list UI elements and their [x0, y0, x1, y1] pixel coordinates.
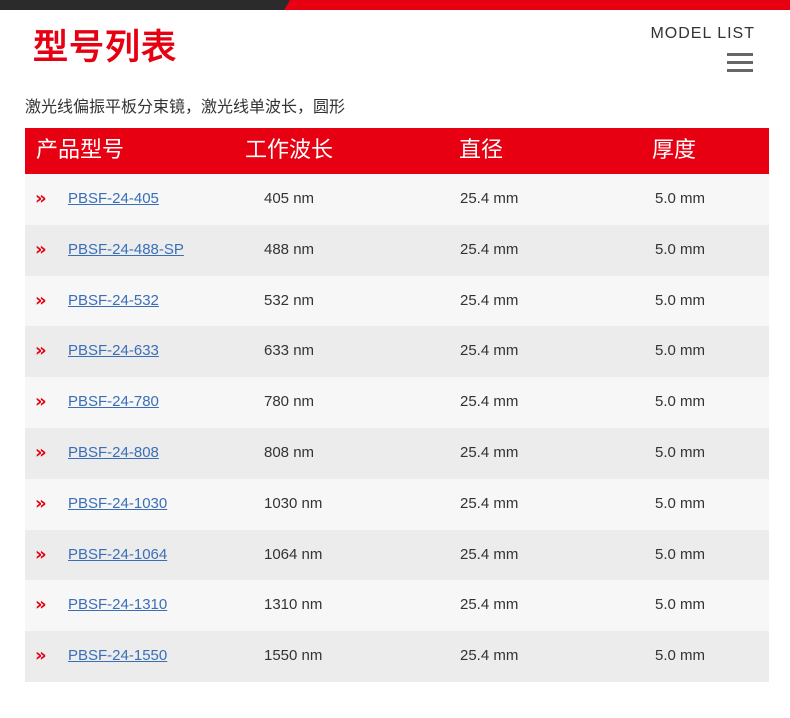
- model-link[interactable]: PBSF-24-488-SP: [68, 225, 184, 275]
- table-row: » PBSF-24-780 780 nm 25.4 mm 5.0 mm: [25, 377, 769, 428]
- column-header-wavelength: 工作波长: [245, 138, 334, 163]
- menu-line: [727, 53, 753, 56]
- column-header-model: 产品型号: [36, 138, 125, 163]
- model-link[interactable]: PBSF-24-1030: [68, 479, 167, 529]
- table-header: 产品型号 工作波长 直径 厚度: [25, 128, 769, 174]
- double-chevron-right-icon: »: [35, 645, 47, 667]
- wavelength-cell: 780 nm: [264, 393, 315, 411]
- wavelength-cell: 532 nm: [264, 291, 315, 309]
- thickness-cell: 5.0 mm: [655, 545, 706, 563]
- double-chevron-right-icon: »: [35, 594, 47, 616]
- top-decor-bar: [0, 0, 790, 10]
- menu-line: [727, 61, 753, 64]
- double-chevron-right-icon: »: [35, 391, 47, 413]
- model-link[interactable]: PBSF-24-633: [68, 326, 159, 376]
- thickness-cell: 5.0 mm: [655, 494, 706, 512]
- column-header-thickness: 厚度: [652, 138, 697, 163]
- double-chevron-right-icon: »: [35, 441, 47, 463]
- model-link[interactable]: PBSF-24-808: [68, 428, 159, 478]
- table-row: » PBSF-24-1310 1310 nm 25.4 mm 5.0 mm: [25, 580, 769, 632]
- thickness-cell: 5.0 mm: [655, 647, 706, 665]
- double-chevron-right-icon: »: [35, 340, 47, 362]
- model-link[interactable]: PBSF-24-1310: [68, 580, 167, 630]
- wavelength-cell: 488 nm: [264, 240, 315, 258]
- thickness-cell: 5.0 mm: [655, 190, 706, 207]
- table-row: » PBSF-24-1030 1030 nm 25.4 mm 5.0 mm: [25, 478, 769, 530]
- table-row: » PBSF-24-633 633 nm 25.4 mm 5.0 mm: [25, 326, 769, 378]
- diameter-cell: 25.4 mm: [460, 393, 519, 411]
- wavelength-cell: 405 nm: [264, 190, 315, 207]
- table-row: » PBSF-24-1064 1064 nm 25.4 mm 5.0 mm: [25, 529, 769, 581]
- wavelength-cell: 1064 nm: [264, 545, 323, 563]
- diameter-cell: 25.4 mm: [460, 342, 519, 360]
- model-list-label: MODEL LIST: [650, 25, 755, 42]
- column-header-diameter: 直径: [459, 138, 504, 163]
- wavelength-cell: 1310 nm: [264, 596, 323, 614]
- diameter-cell: 25.4 mm: [460, 647, 519, 665]
- double-chevron-right-icon: »: [35, 492, 47, 514]
- table-row: » PBSF-24-1550 1550 nm 25.4 mm 5.0 mm: [25, 631, 769, 682]
- table-row: » PBSF-24-808 808 nm 25.4 mm 5.0 mm: [25, 427, 769, 479]
- wavelength-cell: 808 nm: [264, 443, 315, 461]
- thickness-cell: 5.0 mm: [655, 596, 706, 614]
- thickness-cell: 5.0 mm: [655, 393, 706, 411]
- diameter-cell: 25.4 mm: [460, 291, 519, 309]
- thickness-cell: 5.0 mm: [655, 240, 706, 258]
- diameter-cell: 25.4 mm: [460, 190, 519, 207]
- diameter-cell: 25.4 mm: [460, 596, 519, 614]
- double-chevron-right-icon: »: [35, 238, 47, 260]
- table-body: » PBSF-24-405 405 nm 25.4 mm 5.0 mm » PBSF-24-…: [25, 174, 769, 682]
- page-title: 型号列表: [33, 28, 178, 68]
- hamburger-menu-icon[interactable]: [727, 53, 753, 73]
- table-row: » PBSF-24-405 405 nm 25.4 mm 5.0 mm: [25, 174, 769, 225]
- model-link[interactable]: PBSF-24-405: [68, 174, 159, 224]
- thickness-cell: 5.0 mm: [655, 443, 706, 461]
- model-link[interactable]: PBSF-24-780: [68, 377, 159, 427]
- diameter-cell: 25.4 mm: [460, 545, 519, 563]
- table-row: » PBSF-24-532 532 nm 25.4 mm 5.0 mm: [25, 275, 769, 327]
- table-row: » PBSF-24-488-SP 488 nm 25.4 mm 5.0 mm: [25, 224, 769, 276]
- wavelength-cell: 1550 nm: [264, 647, 323, 665]
- model-link[interactable]: PBSF-24-532: [68, 276, 159, 326]
- wavelength-cell: 1030 nm: [264, 494, 323, 512]
- thickness-cell: 5.0 mm: [655, 342, 706, 360]
- diameter-cell: 25.4 mm: [460, 443, 519, 461]
- double-chevron-right-icon: »: [35, 543, 47, 565]
- model-link[interactable]: PBSF-24-1550: [68, 631, 167, 681]
- double-chevron-right-icon: »: [35, 188, 47, 209]
- thickness-cell: 5.0 mm: [655, 291, 706, 309]
- model-link[interactable]: PBSF-24-1064: [68, 530, 167, 580]
- product-description: 激光线偏振平板分束镜，激光线单波长，圆形: [25, 97, 346, 116]
- top-bar-red-fill: [296, 0, 790, 10]
- menu-line: [727, 69, 753, 72]
- diameter-cell: 25.4 mm: [460, 494, 519, 512]
- diameter-cell: 25.4 mm: [460, 240, 519, 258]
- wavelength-cell: 633 nm: [264, 342, 315, 360]
- top-bar-dark-segment: [0, 0, 300, 10]
- model-table: 产品型号 工作波长 直径 厚度 » PBSF-24-405 405 nm 25.4 m…: [25, 128, 769, 682]
- double-chevron-right-icon: »: [35, 289, 47, 311]
